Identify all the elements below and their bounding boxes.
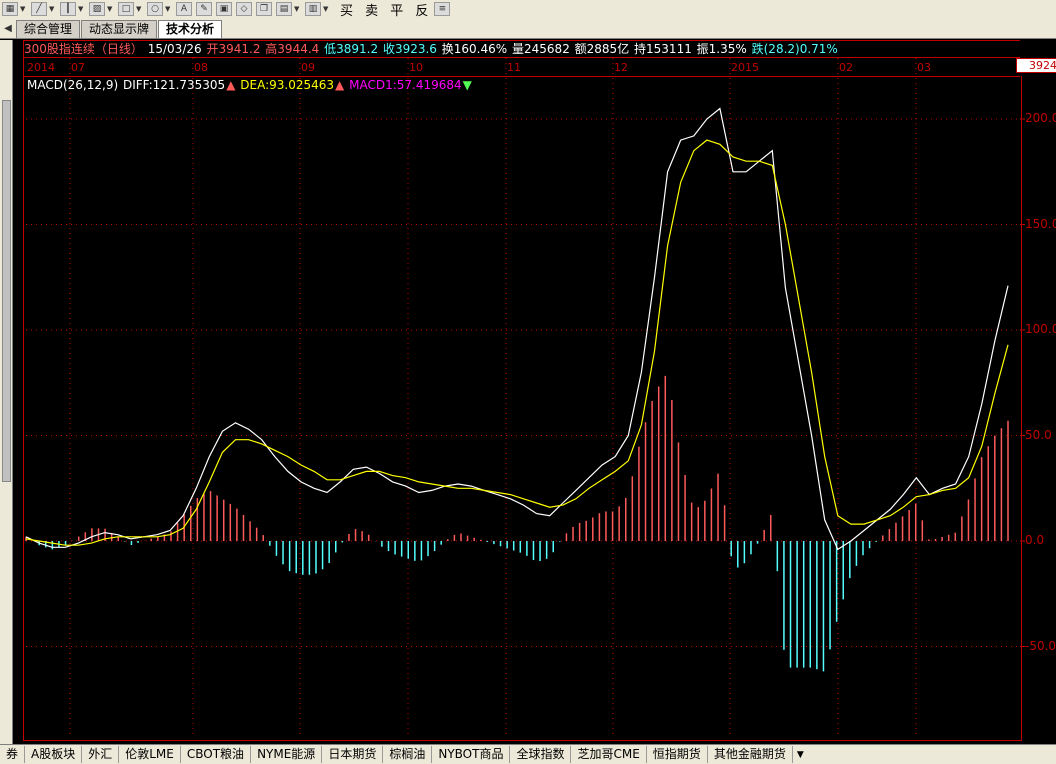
diff-line [25, 107, 1009, 551]
market-tab[interactable]: 全球指数 [510, 746, 572, 763]
bottom-market-tabs: 券 A股板块 外汇 伦敦LME CBOT粮油 NYME能源 日本期货 棕榈油 N… [0, 744, 1056, 764]
up-arrow-icon: ▲ [335, 78, 345, 92]
market-tab[interactable]: 日本期货 [322, 746, 384, 763]
down-arrow-icon: ▼ [462, 78, 472, 92]
chart-grid [26, 58, 1025, 738]
y-tick-label: 50.0 [1025, 427, 1052, 442]
y-tick-label: 100.0 [1025, 322, 1056, 336]
y-tick-label: 150.0 [1025, 216, 1056, 231]
market-tab[interactable]: CBOT粮油 [181, 746, 252, 763]
market-tab[interactable]: 伦敦LME [119, 746, 181, 763]
market-tab[interactable]: A股板块 [25, 746, 83, 763]
macd-lines [25, 107, 1009, 551]
diff-value: DIFF:121.735305 [122, 78, 226, 92]
macd-indicator-label[interactable]: MACD(26,12,9) [27, 78, 118, 92]
up-arrow-icon: ▲ [226, 78, 236, 92]
macd-chart[interactable] [0, 0, 1056, 763]
market-tab[interactable]: NYBOT商品 [432, 746, 511, 763]
market-tab[interactable]: 外汇 [82, 746, 120, 763]
market-tab[interactable]: 恒指期货 [647, 746, 708, 763]
y-tick-label: 200.0 [1025, 111, 1056, 125]
dea-line [25, 139, 1009, 546]
market-tab[interactable]: 其他金融期货 [708, 746, 793, 763]
y-tick-label: -50.0 [1025, 638, 1056, 653]
y-tick-label: 0.0 [1025, 533, 1045, 547]
market-tab[interactable]: NYME能源 [251, 746, 323, 763]
dea-value: DEA:93.025463 [240, 78, 335, 92]
market-tab[interactable]: 芝加哥CME [571, 746, 647, 763]
chevron-down-icon[interactable]: ▼ [797, 750, 804, 760]
macd1-value: MACD1:57.419684 [349, 78, 462, 92]
market-tab[interactable]: 券 [0, 746, 26, 763]
chart-legend: MACD(26,12,9) DIFF:121.735305▲ DEA:93.02… [27, 78, 473, 92]
market-tab[interactable]: 棕榈油 [383, 746, 433, 763]
